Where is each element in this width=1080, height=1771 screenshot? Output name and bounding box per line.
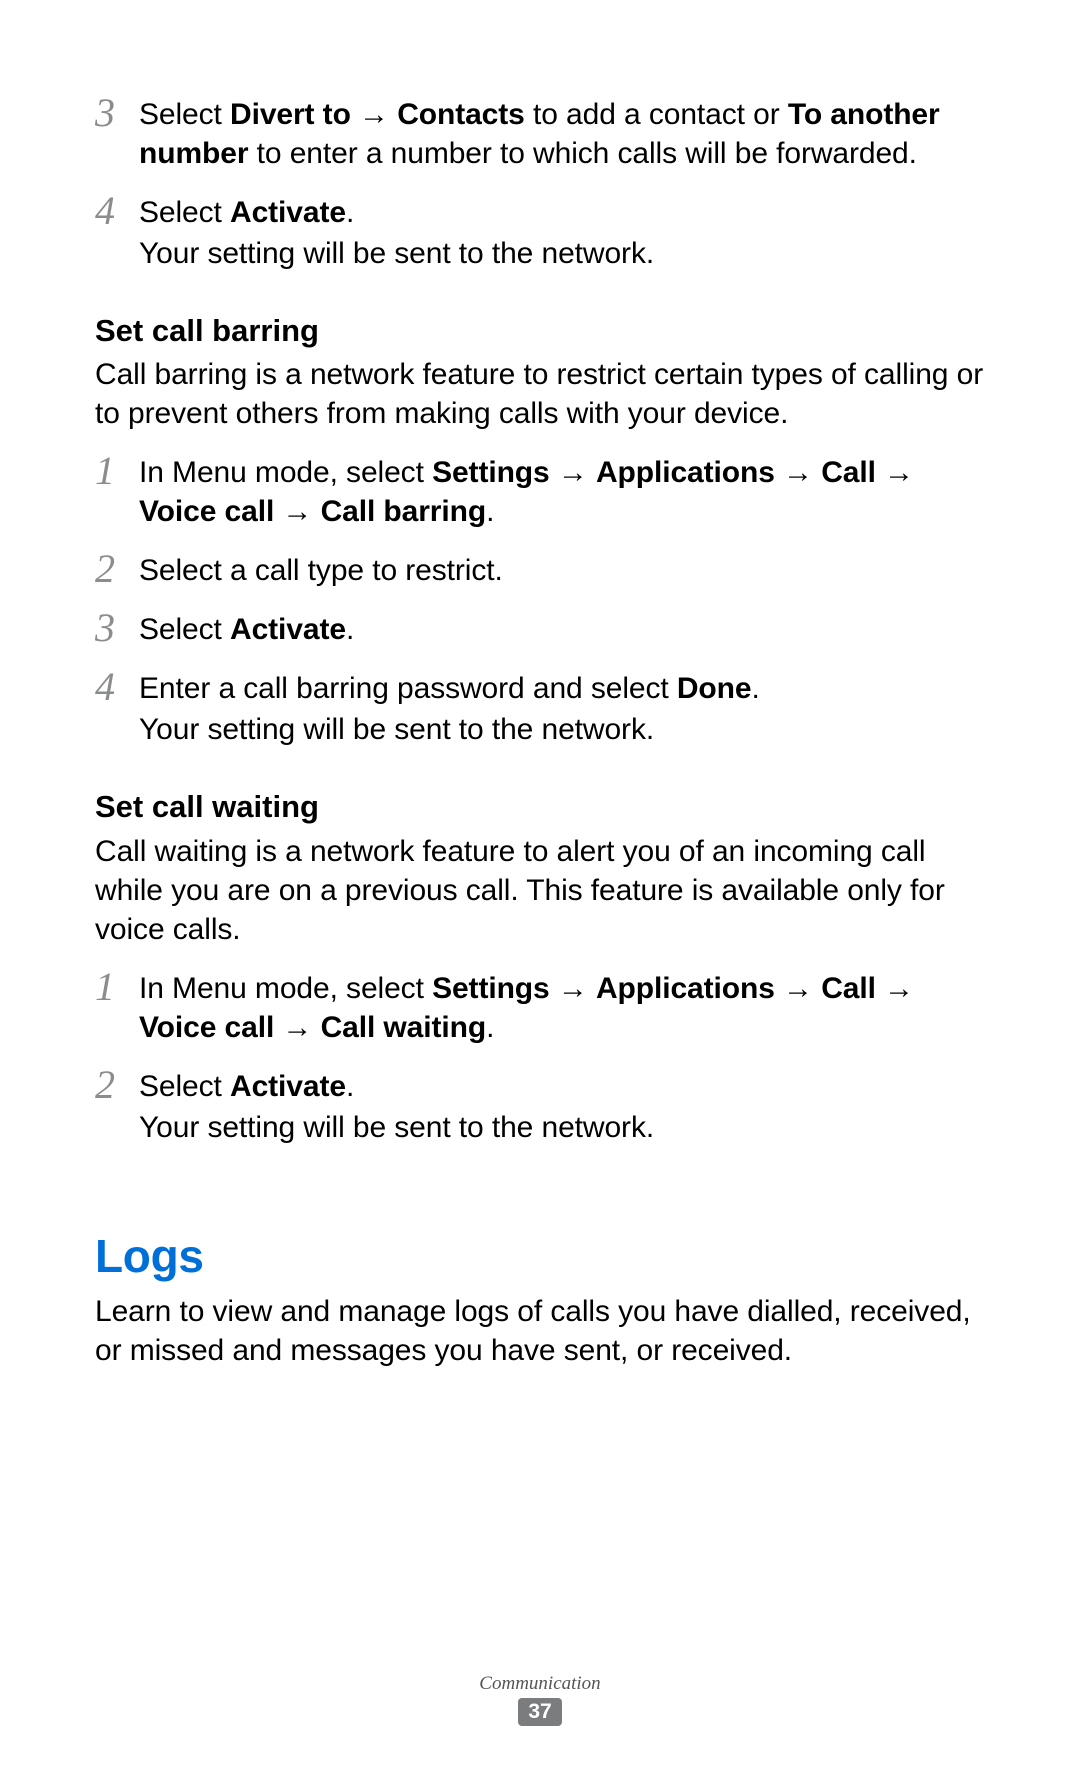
step-number: 3 bbox=[95, 93, 139, 133]
page-footer: Communication 37 bbox=[0, 1673, 1080, 1726]
intro-call-barring: Call barring is a network feature to res… bbox=[95, 355, 985, 433]
section-title-logs: Logs bbox=[95, 1227, 985, 1287]
waiting-step: 1In Menu mode, select Settings → Applica… bbox=[95, 967, 985, 1047]
step-number: 3 bbox=[95, 608, 139, 648]
step-body: In Menu mode, select Settings → Applicat… bbox=[139, 451, 985, 531]
step-body: Select a call type to restrict. bbox=[139, 549, 985, 590]
page-content: 3Select Divert to → Contacts to add a co… bbox=[95, 93, 985, 1370]
barring-step: 4Enter a call barring password and selec… bbox=[95, 667, 985, 749]
barring-step: 3Select Activate. bbox=[95, 608, 985, 649]
step-number: 4 bbox=[95, 667, 139, 707]
step-text: In Menu mode, select Settings → Applicat… bbox=[139, 969, 985, 1047]
subheading-call-waiting: Set call waiting bbox=[95, 787, 985, 827]
subheading-call-barring: Set call barring bbox=[95, 311, 985, 351]
intro-call-waiting: Call waiting is a network feature to ale… bbox=[95, 832, 985, 949]
step-text: Select Divert to → Contacts to add a con… bbox=[139, 95, 985, 173]
step-number: 1 bbox=[95, 967, 139, 1007]
step-text: Enter a call barring password and select… bbox=[139, 669, 985, 708]
step-text: Select Activate. bbox=[139, 1067, 985, 1106]
waiting-step: 2Select Activate.Your setting will be se… bbox=[95, 1065, 985, 1147]
step-number: 2 bbox=[95, 549, 139, 589]
step-body: Select Activate.Your setting will be sen… bbox=[139, 1065, 985, 1147]
step-body: Select Activate.Your setting will be sen… bbox=[139, 191, 985, 273]
page-number-badge: 37 bbox=[518, 1698, 561, 1726]
step-body: Select Divert to → Contacts to add a con… bbox=[139, 93, 985, 173]
step-number: 4 bbox=[95, 191, 139, 231]
step-text: Your setting will be sent to the network… bbox=[139, 710, 985, 749]
step-text: In Menu mode, select Settings → Applicat… bbox=[139, 453, 985, 531]
step-text: Select Activate. bbox=[139, 610, 985, 649]
top-step: 4Select Activate.Your setting will be se… bbox=[95, 191, 985, 273]
step-number: 2 bbox=[95, 1065, 139, 1105]
footer-chapter: Communication bbox=[0, 1673, 1080, 1695]
top-step: 3Select Divert to → Contacts to add a co… bbox=[95, 93, 985, 173]
manual-page: 3Select Divert to → Contacts to add a co… bbox=[0, 0, 1080, 1771]
barring-step: 1In Menu mode, select Settings → Applica… bbox=[95, 451, 985, 531]
step-text: Select a call type to restrict. bbox=[139, 551, 985, 590]
step-body: Select Activate. bbox=[139, 608, 985, 649]
step-text: Select Activate. bbox=[139, 193, 985, 232]
barring-step: 2Select a call type to restrict. bbox=[95, 549, 985, 590]
intro-logs: Learn to view and manage logs of calls y… bbox=[95, 1292, 985, 1370]
step-text: Your setting will be sent to the network… bbox=[139, 234, 985, 273]
step-body: Enter a call barring password and select… bbox=[139, 667, 985, 749]
step-body: In Menu mode, select Settings → Applicat… bbox=[139, 967, 985, 1047]
step-text: Your setting will be sent to the network… bbox=[139, 1108, 985, 1147]
step-number: 1 bbox=[95, 451, 139, 491]
